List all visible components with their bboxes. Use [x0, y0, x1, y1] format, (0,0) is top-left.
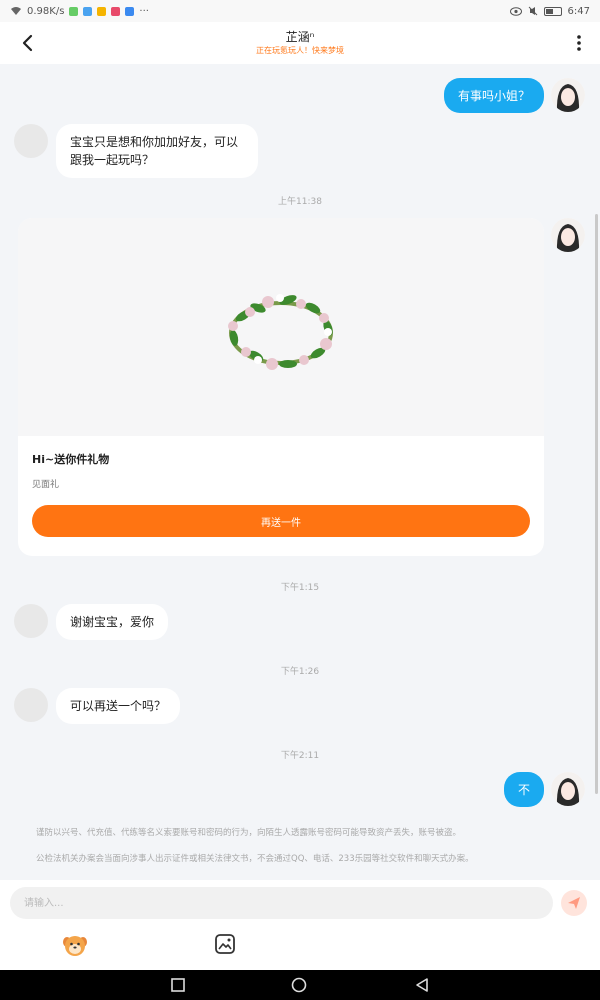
timestamp: 下午1:15: [280, 583, 320, 593]
safety-warning-line: 公检法机关办案会当面向涉事人出示证件或相关法律文书，不会通过QQ、电话、233乐…: [36, 854, 474, 864]
battery-icon: [543, 6, 562, 16]
emoji-button[interactable]: [62, 932, 88, 958]
gift-card[interactable]: Hi~送你件礼物 见面礼 再送一件: [18, 218, 544, 556]
emoji-face-icon: [63, 936, 87, 956]
message-bubble-sent[interactable]: 不: [503, 772, 544, 807]
chat-messages[interactable]: 有事吗小姐？ 宝宝只是想和你加加好友，可以跟我一起玩吗？ 上午11:38 Hi~…: [0, 64, 600, 880]
message-bubble-received[interactable]: 可以再送一个吗？: [56, 688, 181, 724]
mute-icon: [528, 6, 537, 16]
eye-icon: [509, 6, 522, 16]
message-input[interactable]: [10, 887, 553, 919]
avatar-self[interactable]: [551, 772, 585, 806]
recents-button[interactable]: [170, 977, 186, 993]
more-button[interactable]: [568, 30, 590, 56]
send-icon: [568, 897, 580, 909]
image-button[interactable]: [214, 933, 236, 955]
avatar-contact[interactable]: [14, 688, 48, 722]
gift-title: Hi~送你件礼物: [32, 453, 110, 466]
square-nav-icon: [171, 978, 185, 992]
avatar-self[interactable]: [551, 218, 585, 252]
back-nav-button[interactable]: [414, 977, 430, 993]
input-area: [0, 880, 600, 970]
more-vertical-icon: [577, 35, 581, 51]
send-another-gift-button[interactable]: 再送一件: [32, 505, 530, 537]
status-time: 6:47: [567, 5, 590, 17]
flower-wreath-image: [228, 294, 333, 370]
home-button[interactable]: [291, 977, 307, 993]
avatar-self[interactable]: [551, 78, 585, 112]
message-bubble-sent[interactable]: 有事吗小姐？: [443, 78, 544, 113]
wechat-icon: [69, 6, 79, 16]
browser-icon: [125, 6, 135, 16]
status-right: 6:47: [509, 5, 590, 17]
cloud-icon: [83, 6, 93, 16]
safety-warning-line: 谨防以兴号、代充值、代练等名义索要账号和密码的行为，向陌生人透露账号密码可能导致…: [36, 828, 462, 838]
app-icon: [97, 6, 107, 16]
image-icon: [215, 934, 235, 954]
system-nav-bar: [0, 970, 600, 1000]
contact-status: 正在玩氪玩人！快来梦境: [256, 46, 344, 55]
home-nav-icon: [291, 977, 307, 993]
status-left: 0.98K/s ···: [10, 6, 149, 17]
wifi-icon: [11, 7, 21, 15]
timestamp: 下午2:11: [280, 751, 320, 761]
network-speed: 0.98K/s: [27, 5, 65, 17]
gift-subtitle: 见面礼: [32, 480, 60, 490]
timestamp: 下午1:26: [280, 667, 320, 677]
avatar-image: [551, 78, 585, 112]
message-bubble-received[interactable]: 谢谢宝宝，爱你: [56, 604, 169, 640]
scrollbar[interactable]: [595, 214, 598, 794]
back-nav-icon: [416, 978, 428, 992]
avatar-image: [551, 772, 585, 806]
chat-header: 芷涵ⁿ 正在玩氪玩人！快来梦境: [0, 22, 600, 64]
gift-image: [18, 218, 544, 436]
avatar-contact[interactable]: [14, 124, 48, 158]
timestamp: 上午11:38: [278, 197, 322, 207]
send-button[interactable]: [561, 890, 587, 916]
more-notifications-icon: ···: [139, 5, 149, 17]
video-icon: [111, 6, 121, 16]
contact-name: 芷涵ⁿ: [285, 30, 315, 44]
avatar-contact[interactable]: [14, 604, 48, 638]
message-bubble-received[interactable]: 宝宝只是想和你加加好友，可以跟我一起玩吗？: [56, 124, 258, 178]
status-bar: 0.98K/s ··· 6:47: [0, 0, 600, 22]
avatar-image: [551, 218, 585, 252]
